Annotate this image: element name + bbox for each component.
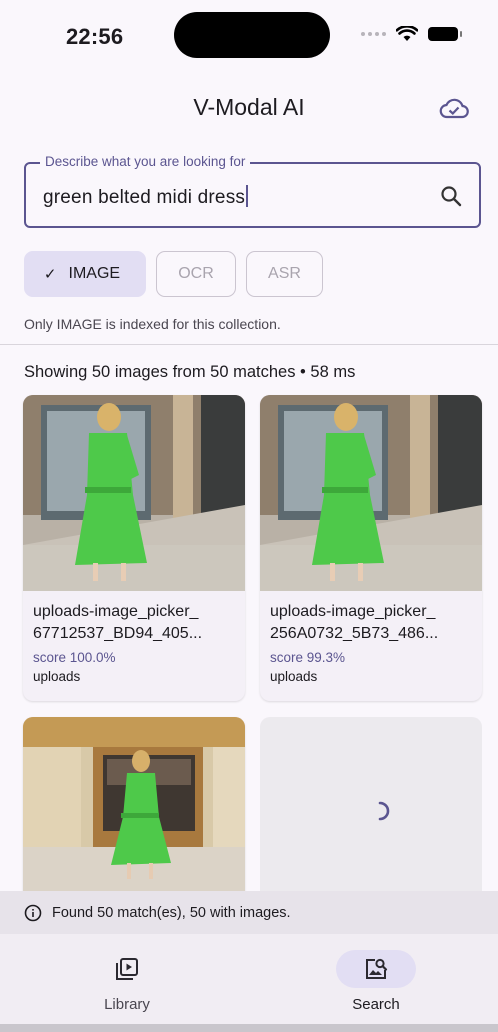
dynamic-island xyxy=(174,12,330,58)
search-value: green belted midi dress xyxy=(43,187,246,208)
result-source: uploads xyxy=(270,669,318,684)
index-note: Only IMAGE is indexed for this collectio… xyxy=(24,316,281,332)
result-source: uploads xyxy=(33,669,81,684)
result-card[interactable] xyxy=(23,717,245,917)
result-thumbnail xyxy=(260,395,482,591)
video-library-icon xyxy=(116,958,138,980)
app-title: V-Modal AI xyxy=(193,94,305,120)
wifi-icon xyxy=(396,26,418,41)
image-search-icon xyxy=(366,958,388,979)
chip-ocr-label: OCR xyxy=(178,265,214,282)
nav-search-pill xyxy=(336,950,416,988)
result-thumbnail xyxy=(23,395,245,591)
search-label: Describe what you are looking for xyxy=(40,154,251,169)
signal-dots-icon xyxy=(361,32,386,36)
status-icons xyxy=(361,26,462,42)
info-icon xyxy=(24,904,42,921)
loading-spinner-icon xyxy=(378,801,390,821)
result-score: score 99.3% xyxy=(270,650,346,665)
result-score: score 100.0% xyxy=(33,650,116,665)
nav-search[interactable]: Search xyxy=(316,950,436,1013)
results-summary: Showing 50 images from 50 matches • 58 m… xyxy=(24,363,356,381)
chip-ocr[interactable]: OCR xyxy=(156,251,236,297)
search-input[interactable]: Describe what you are looking for green … xyxy=(24,154,481,228)
check-icon: ✓ xyxy=(43,266,57,283)
nav-library[interactable]: Library xyxy=(67,950,187,1013)
result-filename: uploads-image_picker_ 67712537_BD94_405.… xyxy=(33,603,203,642)
search-text-wrapper: green belted midi dress xyxy=(43,185,248,209)
chip-asr[interactable]: ASR xyxy=(246,251,323,297)
divider xyxy=(0,344,498,345)
result-filename: uploads-image_picker_ 256A0732_5B73_486.… xyxy=(270,603,439,642)
status-bar: 22:56 xyxy=(0,0,498,76)
result-thumbnail xyxy=(23,717,245,892)
home-indicator xyxy=(0,1024,498,1032)
result-card[interactable]: uploads-image_picker_ 67712537_BD94_405.… xyxy=(23,395,245,701)
text-caret xyxy=(246,185,248,207)
snackbar-message: Found 50 match(es), 50 with images. xyxy=(52,904,291,921)
result-card-body: uploads-image_picker_ 67712537_BD94_405.… xyxy=(23,591,245,684)
status-time: 22:56 xyxy=(66,24,124,49)
cloud-sync-button[interactable] xyxy=(438,94,470,122)
result-card[interactable]: uploads-image_picker_ 256A0732_5B73_486.… xyxy=(260,395,482,701)
snackbar: Found 50 match(es), 50 with images. xyxy=(0,891,498,934)
battery-icon xyxy=(428,27,462,41)
chip-asr-label: ASR xyxy=(268,265,301,282)
nav-library-label: Library xyxy=(104,996,150,1013)
modality-chips: ✓ IMAGE OCR ASR xyxy=(24,251,323,297)
bottom-navigation: Library Search xyxy=(0,934,498,1032)
result-card-loading xyxy=(260,717,482,917)
nav-library-pill xyxy=(87,950,167,988)
search-icon xyxy=(441,186,462,207)
result-card-body: uploads-image_picker_ 256A0732_5B73_486.… xyxy=(260,591,482,684)
chip-image[interactable]: ✓ IMAGE xyxy=(24,251,146,297)
cloud-done-icon xyxy=(439,98,469,119)
search-button[interactable] xyxy=(439,184,463,208)
nav-search-label: Search xyxy=(352,996,400,1013)
chip-image-label: IMAGE xyxy=(68,265,121,282)
